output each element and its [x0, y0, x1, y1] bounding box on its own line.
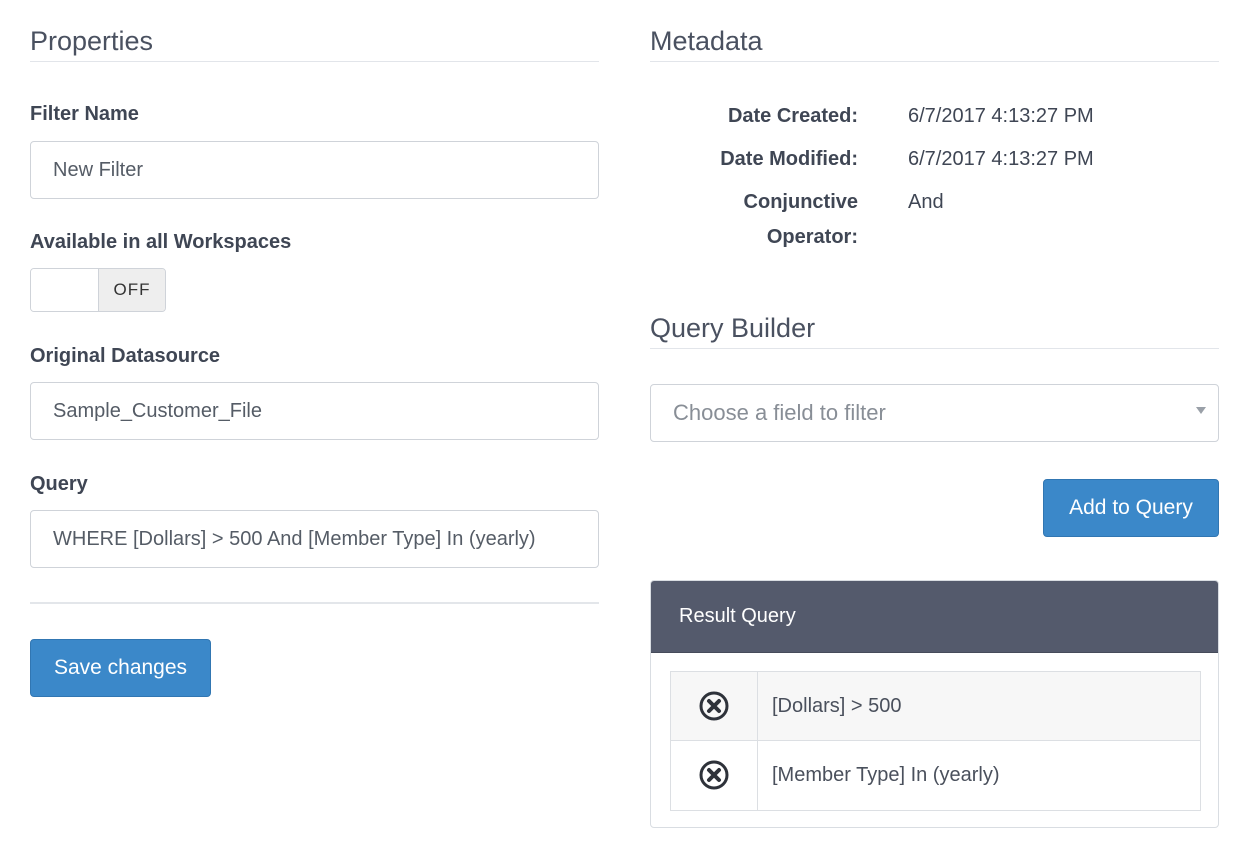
query-builder-title: Query Builder	[650, 285, 1219, 349]
filter-name-label: Filter Name	[30, 103, 139, 125]
date-created-value: 6/7/2017 4:13:27 PM	[908, 105, 1094, 127]
result-query-panel: Result Query [Dollars] > 500 [Member Typ…	[650, 580, 1219, 828]
date-modified-value: 6/7/2017 4:13:27 PM	[908, 148, 1094, 170]
result-query-title: Result Query	[651, 581, 1218, 653]
chevron-down-icon	[1196, 407, 1206, 414]
remove-condition-button[interactable]	[671, 741, 758, 810]
toggle-knob	[31, 269, 99, 311]
filter-name-value: New Filter	[53, 158, 144, 181]
divider	[30, 602, 599, 604]
date-modified-label: Date Modified:	[720, 148, 858, 170]
date-created-row: Date Created: 6/7/2017 4:13:27 PM	[650, 98, 1219, 134]
toggle-state: OFF	[99, 269, 165, 311]
query-value: WHERE [Dollars] > 500 And [Member Type] …	[53, 527, 536, 550]
add-to-query-button[interactable]: Add to Query	[1043, 479, 1219, 537]
result-query-table: [Dollars] > 500 [Member Type] In (yearly…	[670, 671, 1201, 811]
datasource-value: Sample_Customer_File	[53, 399, 262, 422]
field-select-placeholder: Choose a field to filter	[673, 400, 886, 425]
field-select[interactable]: Choose a field to filter	[650, 384, 1219, 442]
filter-name-input[interactable]: New Filter	[30, 141, 599, 199]
remove-circle-icon[interactable]	[699, 760, 729, 790]
conjunctive-row: Conjunctive Operator: And	[650, 184, 1219, 256]
metadata-section: Metadata Date Created: 6/7/2017 4:13:27 …	[650, 0, 1219, 828]
condition-text: [Member Type] In (yearly)	[772, 764, 1000, 786]
save-changes-button[interactable]: Save changes	[30, 639, 211, 697]
metadata-title: Metadata	[650, 0, 1219, 62]
query-input[interactable]: WHERE [Dollars] > 500 And [Member Type] …	[30, 510, 599, 568]
remove-condition-button[interactable]	[671, 672, 758, 740]
conjunctive-value: And	[908, 191, 944, 213]
properties-title: Properties	[30, 0, 599, 62]
date-modified-row: Date Modified: 6/7/2017 4:13:27 PM	[650, 141, 1219, 177]
remove-circle-icon[interactable]	[699, 691, 729, 721]
datasource-input[interactable]: Sample_Customer_File	[30, 382, 599, 440]
condition-text: [Dollars] > 500	[772, 694, 902, 717]
query-label: Query	[30, 473, 88, 495]
conjunctive-label-line2: Operator:	[766, 226, 858, 248]
workspaces-label: Available in all Workspaces	[30, 231, 292, 253]
table-row: [Member Type] In (yearly)	[671, 741, 1200, 810]
properties-section: Properties Filter Name New Filter Availa…	[30, 0, 599, 697]
date-created-label: Date Created:	[727, 105, 858, 127]
table-row: [Dollars] > 500	[671, 672, 1200, 741]
datasource-label: Original Datasource	[30, 345, 221, 367]
conjunctive-label-line1: Conjunctive	[743, 191, 858, 213]
workspaces-toggle[interactable]: OFF	[30, 268, 166, 312]
